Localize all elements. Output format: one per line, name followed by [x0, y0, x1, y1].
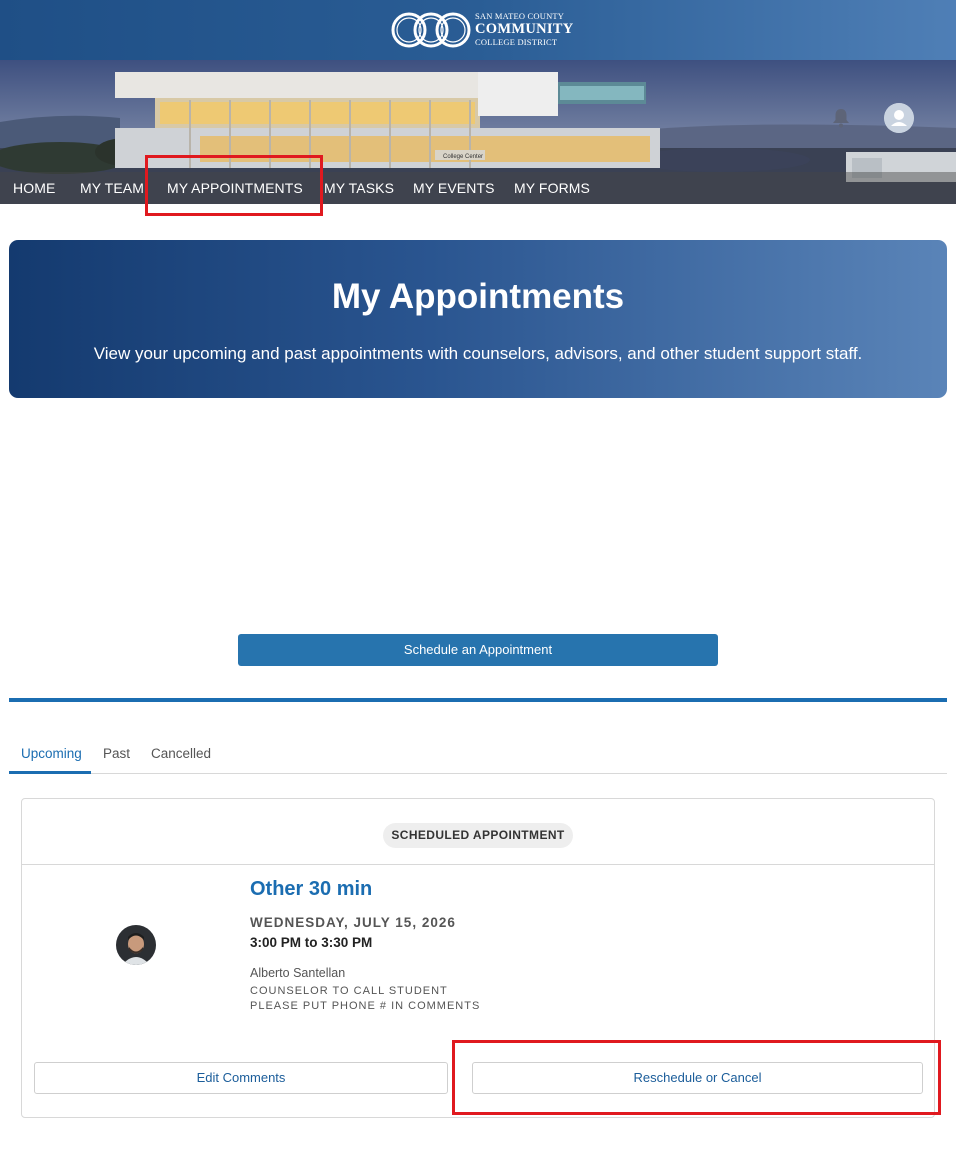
counselor-name: Alberto Santellan	[250, 966, 346, 980]
section-divider	[9, 698, 947, 702]
nav-item-my-team[interactable]: MY TEAM	[80, 180, 144, 196]
tab-cancelled[interactable]: Cancelled	[151, 746, 211, 761]
page-banner: My Appointments View your upcoming and p…	[9, 240, 947, 398]
top-header-bar: SAN MATEO COUNTY COMMUNITY COLLEGE DISTR…	[0, 0, 956, 60]
counselor-avatar	[116, 925, 156, 965]
appointment-date: WEDNESDAY, JULY 15, 2026	[250, 915, 456, 930]
appointment-card-header: SCHEDULED APPOINTMENT	[22, 799, 934, 865]
tab-past[interactable]: Past	[103, 746, 130, 761]
nav-item-my-forms[interactable]: MY FORMS	[514, 180, 590, 196]
page-subtitle: View your upcoming and past appointments…	[93, 344, 863, 363]
nav-item-my-tasks[interactable]: MY TASKS	[324, 180, 394, 196]
appointment-note-line-1: COUNSELOR TO CALL STUDENT	[250, 985, 448, 997]
logo-rings-icon	[391, 12, 471, 48]
appointment-tabs: Upcoming Past Cancelled	[9, 740, 947, 774]
bell-icon[interactable]	[829, 106, 853, 130]
main-navigation: HOME MY TEAM MY APPOINTMENTS MY TASKS MY…	[0, 172, 956, 204]
active-tab-indicator	[9, 771, 91, 774]
highlight-box-reschedule	[452, 1040, 941, 1115]
edit-comments-button[interactable]: Edit Comments	[34, 1062, 448, 1094]
appointment-note-line-2: PLEASE PUT PHONE # IN COMMENTS	[250, 1000, 481, 1012]
logo-line-3: COLLEGE DISTRICT	[475, 37, 558, 47]
tab-upcoming[interactable]: Upcoming	[21, 746, 82, 761]
logo-line-2: COMMUNITY	[475, 20, 574, 37]
status-badge: SCHEDULED APPOINTMENT	[383, 823, 573, 848]
schedule-appointment-button[interactable]: Schedule an Appointment	[238, 634, 718, 666]
nav-item-my-events[interactable]: MY EVENTS	[413, 180, 495, 196]
page-title: My Appointments	[331, 277, 625, 316]
highlight-box-nav	[145, 155, 323, 216]
appointment-time: 3:00 PM to 3:30 PM	[250, 935, 373, 950]
logo-line-1: SAN MATEO COUNTY	[475, 11, 565, 21]
appointment-title[interactable]: Other 30 min	[250, 878, 372, 901]
photo-sign-text: College Center	[443, 154, 483, 160]
nav-item-home[interactable]: HOME	[13, 180, 55, 196]
district-logo[interactable]: SAN MATEO COUNTY COMMUNITY COLLEGE DISTR…	[389, 10, 573, 50]
user-avatar-icon[interactable]	[884, 103, 914, 133]
logo-text: SAN MATEO COUNTY COMMUNITY COLLEGE DISTR…	[475, 12, 574, 47]
